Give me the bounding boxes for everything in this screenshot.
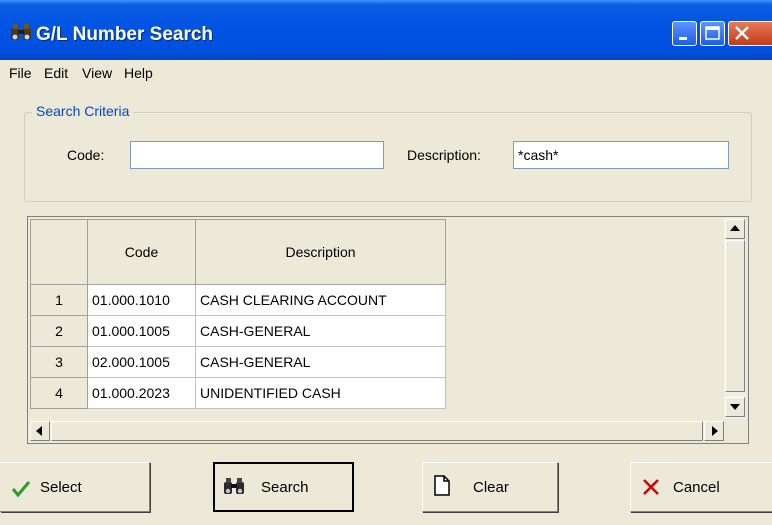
description-input[interactable]: *cash* [513, 141, 729, 169]
close-button[interactable] [728, 21, 772, 46]
column-header-code[interactable]: Code [87, 219, 196, 285]
code-cell[interactable]: 01.000.1010 [87, 284, 196, 316]
binoculars-icon [224, 478, 244, 494]
table-row[interactable]: 4 01.000.2023 UNIDENTIFIED CASH [30, 377, 446, 409]
select-button-label: Select [40, 479, 82, 496]
minimize-icon [679, 37, 687, 40]
menu-view[interactable]: View [82, 65, 112, 81]
scroll-right-button[interactable] [704, 421, 724, 441]
menu-help[interactable]: Help [124, 65, 153, 81]
column-header-description[interactable]: Description [195, 219, 446, 285]
select-button[interactable]: Select [0, 462, 150, 512]
horizontal-scrollbar[interactable] [30, 421, 724, 441]
table-row[interactable]: 3 02.000.1005 CASH-GENERAL [30, 346, 446, 378]
row-number: 4 [30, 377, 88, 409]
arrow-right-icon [712, 426, 718, 436]
cancel-button[interactable]: Cancel [630, 462, 772, 512]
table-row[interactable]: 2 01.000.1005 CASH-GENERAL [30, 315, 446, 347]
minimize-button[interactable] [672, 21, 697, 46]
vertical-scroll-thumb[interactable] [725, 240, 745, 392]
table-row[interactable]: 1 01.000.1010 CASH CLEARING ACCOUNT [30, 284, 446, 316]
clear-button-label: Clear [473, 479, 509, 496]
scroll-up-button[interactable] [725, 219, 745, 239]
checkmark-icon [11, 481, 31, 498]
description-label: Description: [407, 147, 481, 163]
horizontal-scroll-thumb[interactable] [51, 421, 703, 441]
row-number: 3 [30, 346, 88, 378]
description-cell[interactable]: CASH-GENERAL [195, 346, 446, 378]
code-input[interactable] [130, 141, 384, 169]
row-number: 2 [30, 315, 88, 347]
scroll-down-button[interactable] [725, 397, 745, 417]
grid-header-row: Code Description [30, 219, 446, 285]
arrow-left-icon [36, 426, 42, 436]
description-cell[interactable]: UNIDENTIFIED CASH [195, 377, 446, 409]
row-number: 1 [30, 284, 88, 316]
cancel-button-label: Cancel [673, 479, 720, 496]
code-label: Code: [67, 147, 105, 163]
window-title: G/L Number Search [36, 24, 214, 45]
scroll-left-button[interactable] [30, 421, 50, 441]
gl-number-search-window: G/L Number Search File Edit View Help Se… [0, 0, 772, 525]
menu-bar: File Edit View Help [0, 60, 772, 86]
search-criteria-legend: Search Criteria [32, 103, 134, 119]
description-cell[interactable]: CASH CLEARING ACCOUNT [195, 284, 446, 316]
arrow-up-icon [730, 225, 740, 231]
search-button-label: Search [261, 479, 309, 496]
blank-document-icon [434, 475, 450, 496]
results-table: Code Description 1 01.000.1010 CASH CLEA… [30, 219, 446, 409]
row-number-header [30, 219, 88, 285]
maximize-button[interactable] [700, 21, 725, 46]
clear-button[interactable]: Clear [422, 462, 558, 512]
menu-file[interactable]: File [9, 65, 32, 81]
binoculars-icon [11, 24, 31, 40]
description-cell[interactable]: CASH-GENERAL [195, 315, 446, 347]
maximize-icon [705, 26, 720, 40]
vertical-scrollbar[interactable] [724, 219, 746, 419]
arrow-down-icon [730, 404, 740, 410]
code-cell[interactable]: 02.000.1005 [87, 346, 196, 378]
code-cell[interactable]: 01.000.2023 [87, 377, 196, 409]
search-button[interactable]: Search [213, 462, 354, 512]
title-bar[interactable]: G/L Number Search [0, 0, 772, 60]
menu-edit[interactable]: Edit [44, 65, 68, 81]
results-grid: Code Description 1 01.000.1010 CASH CLEA… [27, 216, 749, 444]
code-cell[interactable]: 01.000.1005 [87, 315, 196, 347]
close-icon [735, 26, 749, 40]
x-icon [643, 479, 659, 495]
